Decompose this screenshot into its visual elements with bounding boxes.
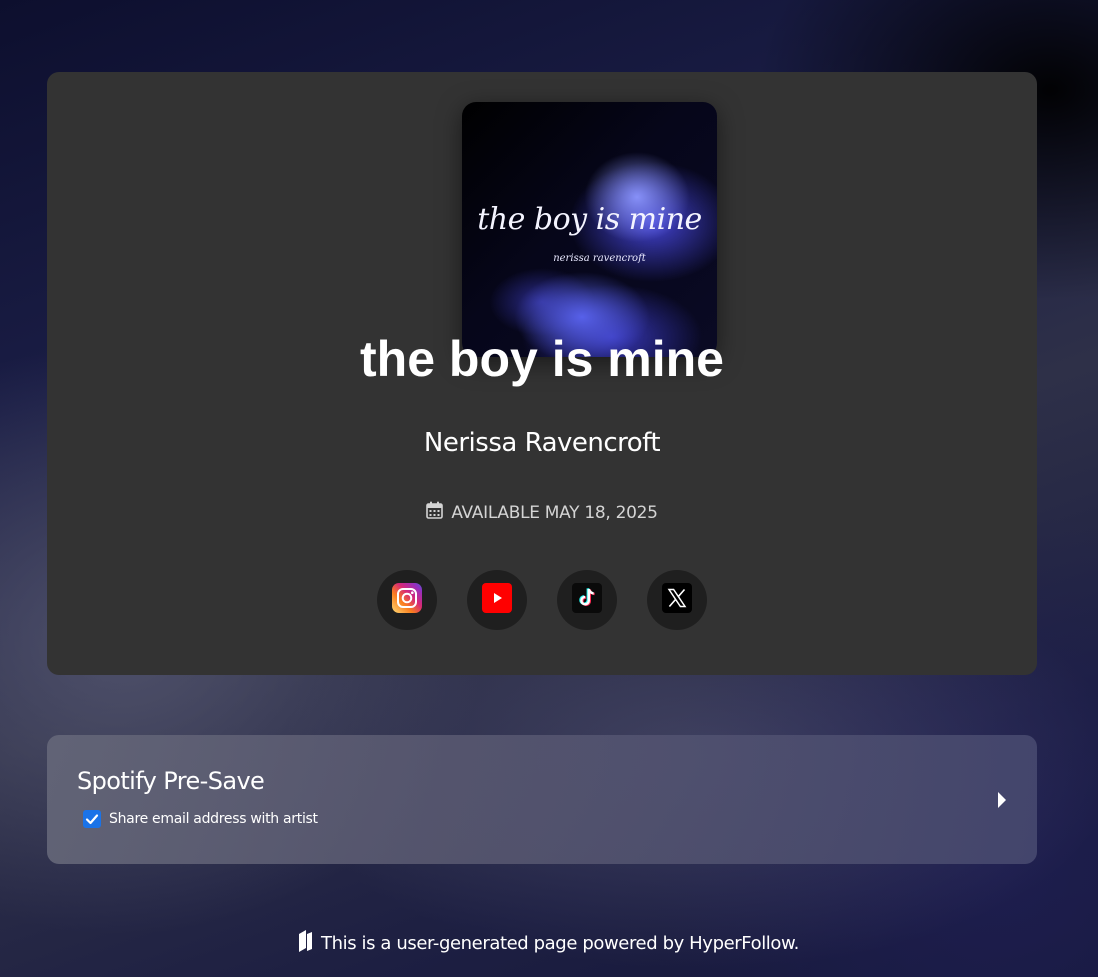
- share-email-label: Share email address with artist: [109, 811, 318, 827]
- instagram-link[interactable]: [377, 570, 437, 630]
- footer: This is a user-generated page powered by…: [0, 930, 1098, 957]
- spotify-presave-button[interactable]: Spotify Pre-Save Share email address wit…: [47, 735, 1037, 864]
- calendar-icon: [426, 501, 444, 524]
- release-date: AVAILABLE MAY 18, 2025: [47, 501, 1037, 524]
- social-links: [377, 570, 707, 630]
- x-icon: [662, 582, 692, 618]
- tiktok-icon: [572, 582, 602, 618]
- presave-title: Spotify Pre-Save: [77, 767, 265, 795]
- cover-title-text: the boy is mine: [477, 202, 702, 237]
- cover-artist-text: nerissa ravencroft: [553, 253, 646, 264]
- artist-name: Nerissa Ravencroft: [423, 428, 661, 458]
- share-email-option: Share email address with artist: [83, 810, 318, 828]
- x-link[interactable]: [647, 570, 707, 630]
- share-email-checkbox[interactable]: [83, 810, 101, 828]
- chevron-right-icon: [997, 792, 1007, 808]
- footer-text: This is a user-generated page powered by…: [320, 933, 799, 954]
- album-cover: the boy is mine nerissa ravencroft: [462, 102, 717, 357]
- release-date-text: AVAILABLE MAY 18, 2025: [451, 502, 658, 523]
- tiktok-link[interactable]: [557, 570, 617, 630]
- instagram-icon: [392, 582, 422, 618]
- youtube-link[interactable]: [467, 570, 527, 630]
- youtube-icon: [482, 582, 512, 618]
- hyperfollow-logo-icon: [298, 930, 313, 957]
- track-title: the boy is mine: [360, 331, 724, 387]
- release-card: the boy is mine nerissa ravencroft the b…: [47, 72, 1037, 675]
- checkmark-icon: [85, 814, 99, 825]
